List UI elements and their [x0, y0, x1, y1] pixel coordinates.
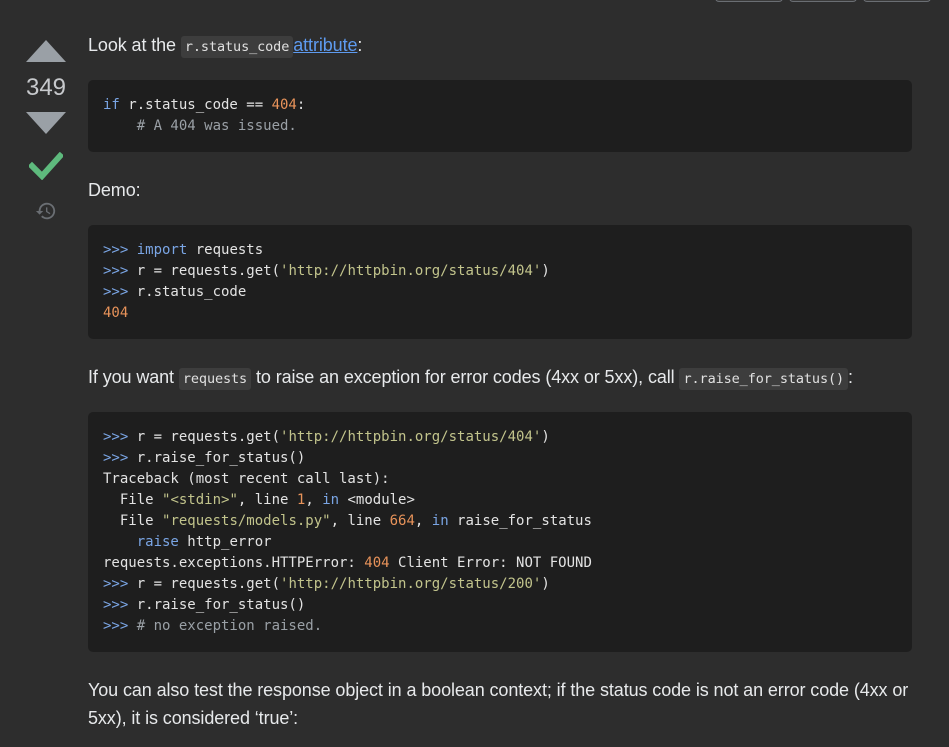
answer-paragraph: Demo:: [88, 180, 141, 200]
code-text: r = requests.get(: [136, 263, 281, 279]
code-block: >>> r = requests.get('http://httpbin.org…: [88, 412, 912, 652]
code-block: >>> import requests >>> r = requests.get…: [88, 225, 912, 339]
code-text: File: [103, 492, 163, 508]
code-prompt: >>>: [103, 429, 137, 445]
code-prompt: >>>: [103, 263, 137, 279]
code-text: <module>: [339, 492, 415, 508]
code-text: http_error: [178, 534, 272, 550]
code-text: , line: [237, 492, 297, 508]
answer-page: 349 Look at the r.status_code attribute: …: [0, 0, 949, 747]
paragraph-text: If you want: [88, 367, 179, 387]
top-toolbar: [715, 0, 931, 2]
code-text: ): [541, 429, 550, 445]
toolbar-button[interactable]: [715, 0, 783, 2]
code-number: 404: [364, 555, 390, 571]
accepted-check-icon: [29, 152, 63, 180]
code-text: r.raise_for_status(): [136, 450, 306, 466]
code-string: 'http://httpbin.org/status/404': [280, 263, 542, 279]
code-text: requests.exceptions.HTTPError:: [103, 555, 365, 571]
inline-code: r.status_code: [180, 36, 294, 58]
answer-paragraph: Look at the r.status_code attribute:: [88, 31, 362, 61]
code-keyword: raise: [136, 534, 179, 550]
attribute-link[interactable]: attribute: [293, 35, 357, 55]
inline-code: r.raise_for_status(): [679, 368, 849, 390]
code-prompt: >>>: [103, 284, 137, 300]
answer-paragraph: You can also test the response object in…: [88, 680, 909, 728]
code-text: File: [103, 513, 163, 529]
code-keyword: import: [136, 242, 188, 258]
code-text: r = requests.get(: [136, 576, 281, 592]
code-text: ,: [414, 513, 432, 529]
code-string: "<stdin>": [162, 492, 238, 508]
code-block: if r.status_code == 404: # A 404 was iss…: [88, 80, 912, 152]
code-output: 404: [103, 305, 129, 321]
code-text: Client Error: NOT FOUND: [389, 555, 592, 571]
code-text: :: [296, 97, 306, 113]
code-string: 'http://httpbin.org/status/200': [280, 576, 542, 592]
code-keyword: if: [103, 97, 120, 113]
code-text: ,: [305, 492, 323, 508]
code-text: r.status_code: [136, 284, 247, 300]
vote-column: 349: [18, 40, 74, 222]
code-number: 404: [271, 97, 297, 113]
code-prompt: >>>: [103, 576, 137, 592]
code-text: r.raise_for_status(): [136, 597, 306, 613]
paragraph-text: Look at the: [88, 35, 181, 55]
code-text: r.status_code ==: [119, 97, 272, 113]
code-text: requests: [187, 242, 264, 258]
code-string: "requests/models.py": [162, 513, 331, 529]
upvote-icon[interactable]: [26, 40, 66, 62]
downvote-icon[interactable]: [26, 112, 66, 134]
code-text: r = requests.get(: [136, 429, 281, 445]
code-text: ): [541, 576, 550, 592]
code-keyword: in: [322, 492, 340, 508]
code-prompt: >>>: [103, 597, 137, 613]
code-text: Traceback (most recent call last):: [103, 471, 390, 487]
code-text: , line: [330, 513, 390, 529]
history-icon[interactable]: [35, 200, 57, 222]
answer-paragraph: If you want requests to raise an excepti…: [88, 363, 853, 393]
paragraph-text: to raise an exception for error codes (4…: [251, 367, 680, 387]
code-text: raise_for_status: [448, 513, 592, 529]
toolbar-button[interactable]: [863, 0, 931, 2]
paragraph-text: :: [357, 35, 363, 55]
code-prompt: >>>: [103, 618, 137, 634]
toolbar-button[interactable]: [789, 0, 857, 2]
code-number: 664: [389, 513, 415, 529]
code-prompt: >>>: [103, 242, 137, 258]
code-comment: # A 404 was issued.: [103, 118, 297, 134]
code-keyword: in: [431, 513, 449, 529]
inline-code: requests: [178, 368, 252, 390]
code-comment: # no exception raised.: [136, 618, 323, 634]
vote-count: 349: [25, 74, 67, 101]
code-prompt: >>>: [103, 450, 137, 466]
paragraph-text: :: [848, 367, 853, 387]
code-text: ): [541, 263, 550, 279]
code-string: 'http://httpbin.org/status/404': [280, 429, 542, 445]
